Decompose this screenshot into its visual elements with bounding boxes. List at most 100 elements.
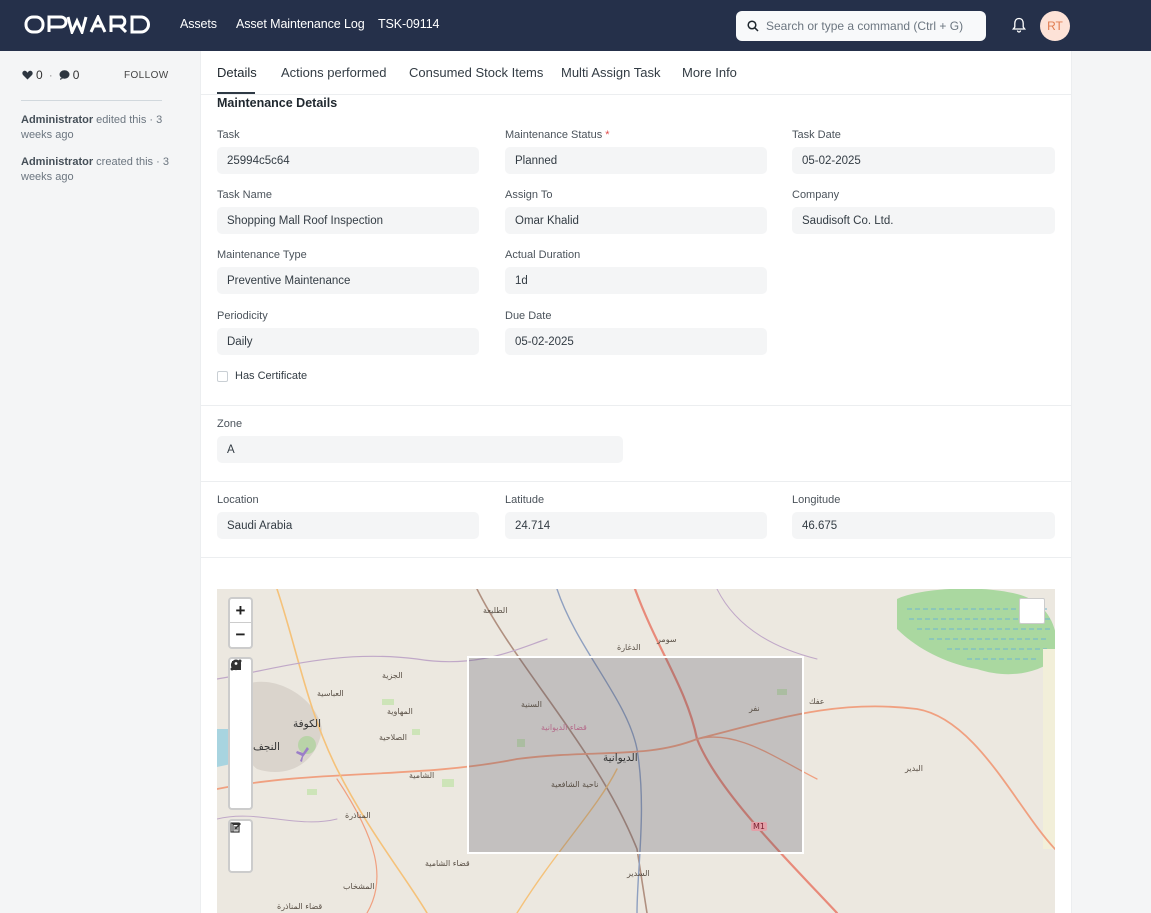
location-field[interactable]: Saudi Arabia <box>217 512 479 539</box>
company-label: Company <box>792 189 840 201</box>
task-date-label: Task Date <box>792 129 841 141</box>
has-certificate-label[interactable]: Has Certificate <box>235 370 307 382</box>
maintenance-type-label: Maintenance Type <box>217 249 307 261</box>
map-label: السنية <box>521 700 542 709</box>
longitude-field[interactable]: 46.675 <box>792 512 1055 539</box>
map-label: المشخاب <box>343 882 375 891</box>
task-label: Task <box>217 129 240 141</box>
form-tabs: Details Actions performed Consumed Stock… <box>201 51 1071 95</box>
separator-dot: · <box>48 68 53 82</box>
map-edit-toolbar <box>228 819 253 873</box>
tab-actions-performed[interactable]: Actions performed <box>281 65 387 80</box>
map-label: السدير <box>627 869 650 878</box>
assign-to-field[interactable]: Omar Khalid <box>505 207 767 234</box>
activity-user[interactable]: Administrator <box>21 114 93 126</box>
draw-polygon-icon[interactable] <box>230 660 251 709</box>
zone-label: Zone <box>217 418 243 430</box>
map-label: نفر <box>749 704 760 713</box>
sidebar: 0 · 0 FOLLOW Administrator edited this ·… <box>0 51 200 913</box>
search-input[interactable] <box>766 19 976 33</box>
assign-to-label: Assign To <box>505 189 553 201</box>
map-label: قضاء المناذرة <box>277 902 323 911</box>
activity-item: Administrator edited this · 3 weeks ago <box>21 113 171 143</box>
draw-circle-icon[interactable] <box>230 660 251 759</box>
map-label: الجزية <box>382 671 403 680</box>
map-label: الطليعة <box>483 606 508 615</box>
map-label: قضاء الديوانية <box>541 723 587 732</box>
activity-item: Administrator created this · 3 weeks ago <box>21 155 171 185</box>
tab-multi-assign-task[interactable]: Multi Assign Task <box>561 65 660 80</box>
draw-marker-icon[interactable] <box>230 659 251 784</box>
zone-field[interactable]: A <box>217 436 623 463</box>
map-label: ناحية الشافعية <box>551 780 599 789</box>
required-marker: * <box>605 129 610 141</box>
active-tab-indicator <box>217 92 255 94</box>
map-label: المناذرة <box>345 811 371 820</box>
draw-circle-marker-icon[interactable] <box>230 659 251 809</box>
due-date-field[interactable]: 05-02-2025 <box>505 328 767 355</box>
zoom-out-button[interactable]: − <box>230 623 251 647</box>
location-map[interactable]: الطليعة سومر الدغارة الجزية العباسية الك… <box>217 589 1055 913</box>
sidebar-divider <box>21 100 162 101</box>
opward-logo-icon <box>24 13 150 37</box>
actual-duration-label: Actual Duration <box>505 249 581 261</box>
delete-layers-icon[interactable] <box>230 822 251 871</box>
location-label: Location <box>217 494 259 506</box>
activity-user[interactable]: Administrator <box>21 156 93 168</box>
drawn-rectangle[interactable]: السنية قضاء الديوانية الديوانية نفر ناحي… <box>467 656 804 854</box>
longitude-label: Longitude <box>792 494 841 506</box>
task-name-label: Task Name <box>217 189 273 201</box>
map-label: العباسية <box>317 689 344 698</box>
map-label: الدغارة <box>617 643 641 652</box>
map-label: النجف <box>253 741 280 753</box>
section-divider <box>201 481 1071 482</box>
map-draw-toolbar <box>228 657 253 810</box>
section-divider <box>201 557 1071 558</box>
breadcrumb-current-record[interactable]: TSK-09114 <box>378 17 440 31</box>
section-divider <box>201 405 1071 406</box>
breadcrumb-assets[interactable]: Assets <box>180 17 217 31</box>
task-field[interactable]: 25994c5c64 <box>217 147 479 174</box>
map-label: الشامية <box>409 771 435 780</box>
periodicity-label: Periodicity <box>217 310 268 322</box>
map-label: قضاء الشامية <box>425 859 470 868</box>
company-field[interactable]: Saudisoft Co. Ltd. <box>792 207 1055 234</box>
has-certificate-checkbox[interactable] <box>217 371 228 382</box>
tab-consumed-stock-items[interactable]: Consumed Stock Items <box>409 65 543 80</box>
road-shield-m1: M1 <box>751 822 767 831</box>
comments-count: 0 <box>72 68 80 82</box>
zoom-in-button[interactable]: + <box>230 599 251 623</box>
map-label: المهاوية <box>387 707 413 716</box>
maintenance-status-label: Maintenance Status * <box>505 129 610 141</box>
breadcrumb-asset-maintenance-log[interactable]: Asset Maintenance Log <box>236 17 365 31</box>
notification-bell-icon[interactable] <box>1012 17 1026 38</box>
latitude-field[interactable]: 24.714 <box>505 512 767 539</box>
task-name-field[interactable]: Shopping Mall Roof Inspection <box>217 207 479 234</box>
form-card: Details Actions performed Consumed Stock… <box>200 51 1072 913</box>
map-label: البدير <box>905 764 923 773</box>
map-fullscreen-button[interactable] <box>1019 598 1045 624</box>
brand-logo[interactable] <box>24 13 152 39</box>
search-icon <box>747 20 759 32</box>
periodicity-field[interactable]: Daily <box>217 328 479 355</box>
map-label: عفك <box>809 697 825 706</box>
map-label: الديوانية <box>603 752 638 764</box>
navbar: Assets Asset Maintenance Log TSK-09114 R… <box>0 0 1151 51</box>
map-label: سومر <box>657 635 677 644</box>
heart-icon[interactable] <box>22 70 33 80</box>
likes-count: 0 <box>36 68 43 82</box>
actual-duration-field[interactable]: 1d <box>505 267 767 294</box>
maintenance-status-field[interactable]: Planned <box>505 147 767 174</box>
user-avatar[interactable]: RT <box>1040 11 1070 41</box>
tab-details[interactable]: Details <box>217 65 257 80</box>
comment-icon[interactable] <box>59 70 70 80</box>
map-label: الصلاحية <box>379 733 408 742</box>
search-bar[interactable] <box>736 11 986 41</box>
draw-rectangle-icon[interactable] <box>230 661 251 734</box>
map-zoom-control: + − <box>228 597 253 649</box>
task-date-field[interactable]: 05-02-2025 <box>792 147 1055 174</box>
tab-more-info[interactable]: More Info <box>682 65 737 80</box>
section-title: Maintenance Details <box>217 96 338 110</box>
follow-button[interactable]: FOLLOW <box>124 70 169 81</box>
maintenance-type-field[interactable]: Preventive Maintenance <box>217 267 479 294</box>
